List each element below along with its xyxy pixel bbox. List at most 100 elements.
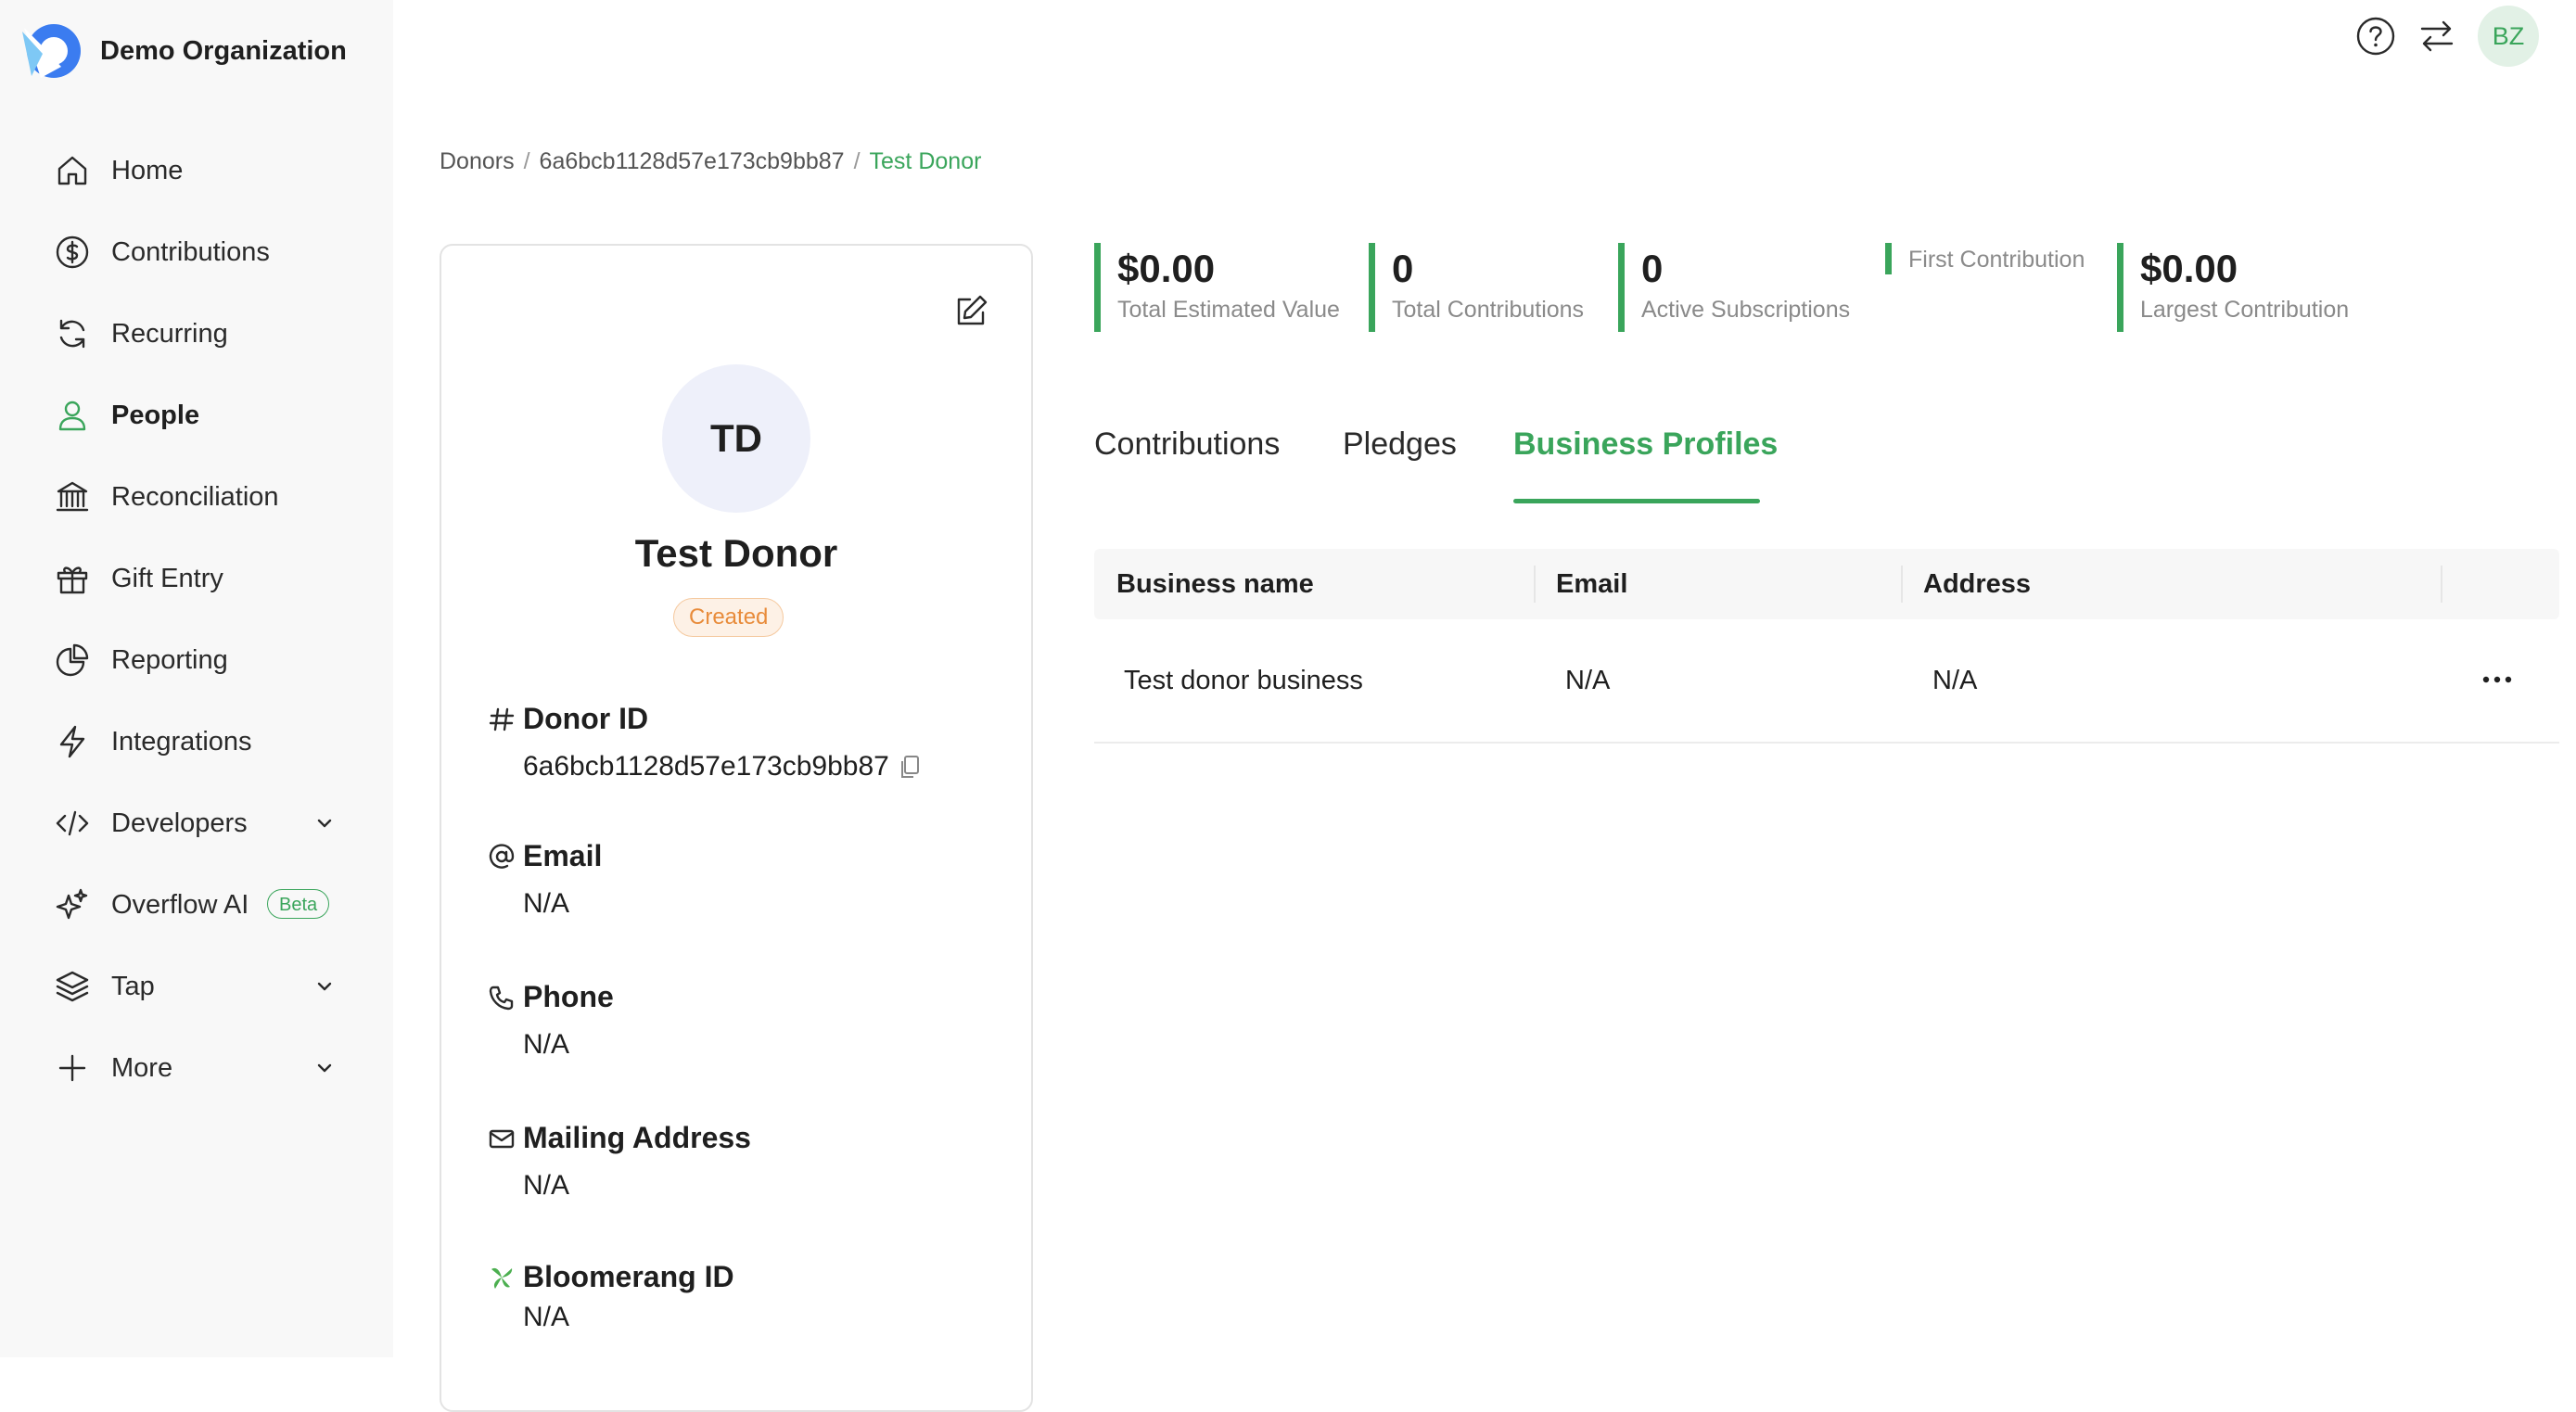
breadcrumb-current: Test Donor xyxy=(869,148,982,174)
org-name: Demo Organization xyxy=(100,35,347,66)
help-icon[interactable] xyxy=(2353,14,2398,58)
stat-value: 0 xyxy=(1392,247,1414,290)
column-header-email[interactable]: Email xyxy=(1556,549,1627,619)
donor-id-label: Donor ID xyxy=(488,702,921,736)
phone-field: Phone N/A xyxy=(488,980,614,1061)
sidebar: Demo Organization Home Contributions Rec… xyxy=(0,0,393,1357)
stat-total-estimated-value: $0.00 Total Estimated Value xyxy=(1094,243,1340,332)
home-icon xyxy=(57,156,87,185)
more-options-icon[interactable] xyxy=(2474,666,2520,693)
layers-icon xyxy=(56,971,89,1002)
tab-pledges[interactable]: Pledges xyxy=(1343,426,1457,463)
sidebar-item-label: Gift Entry xyxy=(111,563,223,593)
sidebar-item-reconciliation[interactable]: Reconciliation xyxy=(0,456,393,538)
donor-id-field: Donor ID 6a6bcb1128d57e173cb9bb87 xyxy=(488,702,921,782)
org-switcher[interactable]: Demo Organization xyxy=(20,20,347,82)
pie-chart-icon xyxy=(56,643,89,677)
breadcrumb-donor-id[interactable]: 6a6bcb1128d57e173cb9bb87 xyxy=(540,148,845,175)
stat-first-contribution: First Contribution xyxy=(1885,243,2085,274)
bloomerang-id-field: Bloomerang ID N/A xyxy=(488,1260,734,1333)
column-divider xyxy=(1534,566,1536,603)
sidebar-item-label: Tap xyxy=(111,971,155,1001)
chevron-down-icon[interactable] xyxy=(312,1055,338,1081)
chevron-down-icon[interactable] xyxy=(312,810,338,836)
bank-icon xyxy=(56,481,89,512)
field-label-text: Email xyxy=(523,839,603,872)
donor-name: Test Donor xyxy=(634,531,838,575)
sidebar-item-label: People xyxy=(111,400,200,430)
at-icon xyxy=(489,843,515,869)
donor-id-value-row: 6a6bcb1128d57e173cb9bb87 xyxy=(523,751,921,782)
business-profiles-table: Business name Email Address Test donor b… xyxy=(1094,549,2559,744)
breadcrumb-separator: / xyxy=(853,148,861,174)
sidebar-item-label: Developers xyxy=(111,808,248,838)
field-label-text: Donor ID xyxy=(523,702,649,735)
sidebar-item-contributions[interactable]: Contributions xyxy=(0,211,393,293)
stat-largest-contribution: $0.00 Largest Contribution xyxy=(2117,243,2349,332)
lightning-icon xyxy=(59,725,85,758)
sidebar-item-integrations[interactable]: Integrations xyxy=(0,701,393,782)
column-divider xyxy=(1901,566,1903,603)
cell-email: N/A xyxy=(1565,666,1611,695)
column-header-business-name[interactable]: Business name xyxy=(1116,549,1314,619)
tab-contributions[interactable]: Contributions xyxy=(1094,426,1280,463)
sidebar-item-overflow-ai[interactable]: Overflow AI Beta xyxy=(0,864,393,946)
status-badge: Created xyxy=(673,598,784,637)
stat-active-subscriptions: 0 Active Subscriptions xyxy=(1618,243,1850,332)
stat-label: Total Estimated Value xyxy=(1117,297,1340,323)
bloomerang-id-value: N/A xyxy=(523,1302,570,1332)
user-icon xyxy=(58,401,86,431)
stat-value: $0.00 xyxy=(2140,247,2238,290)
sparkles-icon xyxy=(56,888,88,920)
phone-label: Phone xyxy=(488,980,614,1014)
sidebar-item-home[interactable]: Home xyxy=(0,130,393,211)
stat-label: Total Contributions xyxy=(1392,297,1585,323)
table-header: Business name Email Address xyxy=(1094,549,2559,619)
cell-address: N/A xyxy=(1932,666,1978,695)
switch-arrows-icon[interactable] xyxy=(2415,14,2459,58)
column-header-address[interactable]: Address xyxy=(1923,549,2031,619)
sidebar-item-more[interactable]: More xyxy=(0,1027,393,1109)
code-icon xyxy=(56,810,89,836)
donor-id-value: 6a6bcb1128d57e173cb9bb87 xyxy=(523,751,889,782)
field-label-text: Mailing Address xyxy=(523,1121,751,1154)
donor-profile-card: TD Test Donor Created Donor ID 6a6bcb112… xyxy=(440,244,1033,1412)
breadcrumb-donors[interactable]: Donors xyxy=(440,148,515,175)
email-value: N/A xyxy=(523,888,570,919)
sidebar-item-label: Contributions xyxy=(111,236,270,267)
sidebar-item-gift-entry[interactable]: Gift Entry xyxy=(0,538,393,619)
chevron-down-icon[interactable] xyxy=(312,973,338,999)
email-label: Email xyxy=(488,839,602,873)
tab-business-profiles[interactable]: Business Profiles xyxy=(1513,426,1778,463)
donor-avatar: TD xyxy=(662,364,810,513)
field-label-text: Bloomerang ID xyxy=(523,1260,734,1293)
sidebar-item-reporting[interactable]: Reporting xyxy=(0,619,393,701)
sidebar-item-developers[interactable]: Developers xyxy=(0,782,393,864)
sidebar-item-label: Home xyxy=(111,155,184,185)
plus-icon xyxy=(58,1054,86,1082)
stat-total-contributions: 0 Total Contributions xyxy=(1369,243,1584,332)
org-logo-icon xyxy=(22,24,81,78)
email-field: Email N/A xyxy=(488,839,602,920)
edit-icon[interactable] xyxy=(951,292,990,331)
sidebar-item-label: Reporting xyxy=(111,644,228,675)
stat-value: $0.00 xyxy=(1117,247,1216,290)
mailing-address-value: N/A xyxy=(523,1170,570,1201)
user-avatar[interactable]: BZ xyxy=(2478,6,2539,67)
sidebar-item-label: Integrations xyxy=(111,726,252,757)
sidebar-item-recurring[interactable]: Recurring xyxy=(0,293,393,375)
phone-value: N/A xyxy=(523,1029,570,1060)
sidebar-item-label: Recurring xyxy=(111,318,228,349)
top-actions: BZ xyxy=(2337,6,2539,67)
bloomerang-id-label: Bloomerang ID xyxy=(488,1260,734,1294)
phone-icon xyxy=(489,986,514,1010)
copy-icon[interactable] xyxy=(899,754,921,780)
refresh-icon xyxy=(59,319,85,349)
cell-business-name: Test donor business xyxy=(1124,666,1363,695)
envelope-icon xyxy=(489,1129,515,1148)
sidebar-item-people[interactable]: People xyxy=(0,375,393,456)
table-row[interactable]: Test donor business N/A N/A xyxy=(1094,619,2559,744)
sidebar-item-tap[interactable]: Tap xyxy=(0,946,393,1027)
hash-icon xyxy=(489,707,515,731)
stat-label: Active Subscriptions xyxy=(1641,297,1851,323)
